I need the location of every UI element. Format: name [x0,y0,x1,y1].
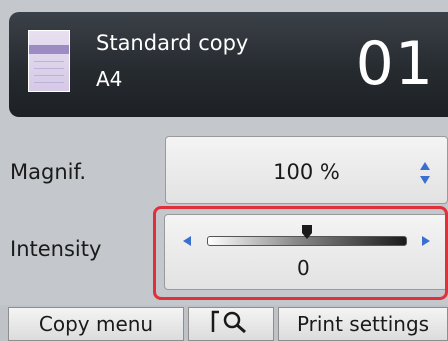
copy-screen: Standard copy A4 01 Magnif. 100 % Intens… [0,0,448,341]
intensity-label: Intensity [10,237,102,261]
left-arrow-icon[interactable] [182,235,192,247]
copy-document-icon [28,30,70,92]
right-arrow-icon[interactable] [421,235,431,247]
magnification-selector[interactable]: 100 % [165,136,448,204]
preview-button[interactable] [188,307,274,341]
copy-count[interactable]: 01 [356,28,434,100]
preview-magnifier-icon [207,309,255,340]
copy-header: Standard copy A4 01 [9,12,448,117]
up-down-arrows-icon[interactable] [419,161,431,185]
paper-size: A4 [96,67,123,91]
magnification-value: 100 % [273,160,340,184]
copy-menu-button[interactable]: Copy menu [8,307,184,341]
slider-thumb[interactable] [301,224,313,239]
intensity-highlight-frame [153,206,448,300]
print-settings-button[interactable]: Print settings [278,307,448,341]
intensity-value: 0 [297,256,310,280]
copy-mode-title: Standard copy [96,31,249,55]
magnification-label: Magnif. [10,160,87,184]
